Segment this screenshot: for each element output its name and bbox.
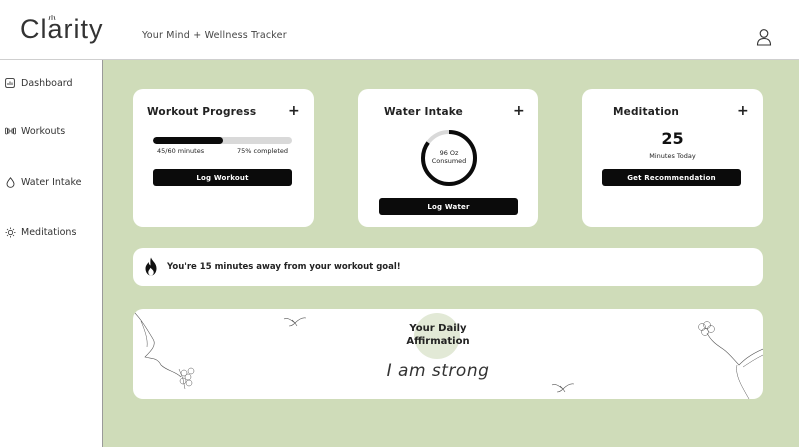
sidebar-item-label: Water Intake [21, 176, 82, 188]
log-workout-button[interactable]: Log Workout [153, 169, 292, 186]
workout-progress-bar [153, 137, 292, 144]
meditation-minutes: 25 [661, 129, 684, 148]
sidebar-item-workouts[interactable]: Workouts [4, 122, 65, 140]
workout-progress-card: Workout Progress + 45/60 minutes 75% com… [133, 89, 314, 227]
meditation-minutes-label: Minutes Today [649, 152, 696, 160]
affirmation-title-line: Your Daily [409, 323, 467, 334]
bird-line-art [283, 317, 307, 327]
sidebar: Dashboard Workouts Water Intake Meditati… [0, 60, 103, 447]
tagline: Your Mind + Wellness Tracker [142, 30, 287, 41]
sidebar-item-label: Dashboard [21, 77, 73, 89]
card-title: Water Intake [384, 106, 463, 118]
affirmation-quote: I am strong [386, 361, 490, 381]
sidebar-item-water-intake[interactable]: Water Intake [4, 173, 81, 191]
affirmation-title: Your Daily Affirmation [378, 322, 498, 348]
log-water-button[interactable]: Log Water [379, 198, 518, 215]
bird-line-art [551, 383, 575, 393]
user-icon[interactable] [755, 28, 773, 46]
workout-minutes: 45/60 minutes [157, 147, 205, 155]
add-water-button[interactable]: + [513, 104, 525, 118]
affirmation-title-line: Affirmation [406, 336, 470, 347]
workout-goal-banner: You're 15 minutes away from your workout… [133, 248, 763, 286]
add-meditation-button[interactable]: + [737, 104, 749, 118]
dumbbell-icon [4, 125, 16, 137]
daily-affirmation-card: Your Daily Affirmation I am strong [133, 309, 763, 399]
sidebar-item-dashboard[interactable]: Dashboard [4, 74, 73, 92]
water-amount: 96 Oz Consumed [419, 149, 479, 165]
sidebar-item-label: Meditations [21, 226, 77, 238]
sidebar-item-label: Workouts [21, 125, 66, 137]
workout-percent: 75% completed [237, 147, 289, 155]
water-intake-card: Water Intake + 96 Oz Consumed Log Water [358, 89, 538, 227]
main-content: Workout Progress + 45/60 minutes 75% com… [103, 60, 799, 447]
flame-icon [145, 257, 157, 276]
floral-line-art-left [133, 310, 195, 390]
water-amount-label: Consumed [431, 157, 467, 165]
floral-line-art-right [698, 321, 763, 399]
sun-icon [4, 226, 16, 238]
add-workout-button[interactable]: + [288, 104, 300, 118]
card-title: Workout Progress [147, 106, 257, 118]
sidebar-item-meditations[interactable]: Meditations [4, 223, 76, 241]
water-amount-value: 96 Oz [439, 149, 459, 157]
dashboard-icon [4, 77, 16, 89]
get-recommendation-button[interactable]: Get Recommendation [602, 169, 741, 186]
app-logo[interactable]: Clarity [20, 14, 104, 45]
goal-message: You're 15 minutes away from your workout… [167, 262, 401, 272]
workout-progress-fill [153, 137, 223, 144]
meditation-card: Meditation + 25 Minutes Today Get Recomm… [582, 89, 763, 227]
water-drop-icon [4, 176, 16, 188]
sparkle-icon [48, 15, 56, 21]
card-title: Meditation [613, 106, 680, 118]
header: Clarity Your Mind + Wellness Tracker [0, 0, 799, 60]
